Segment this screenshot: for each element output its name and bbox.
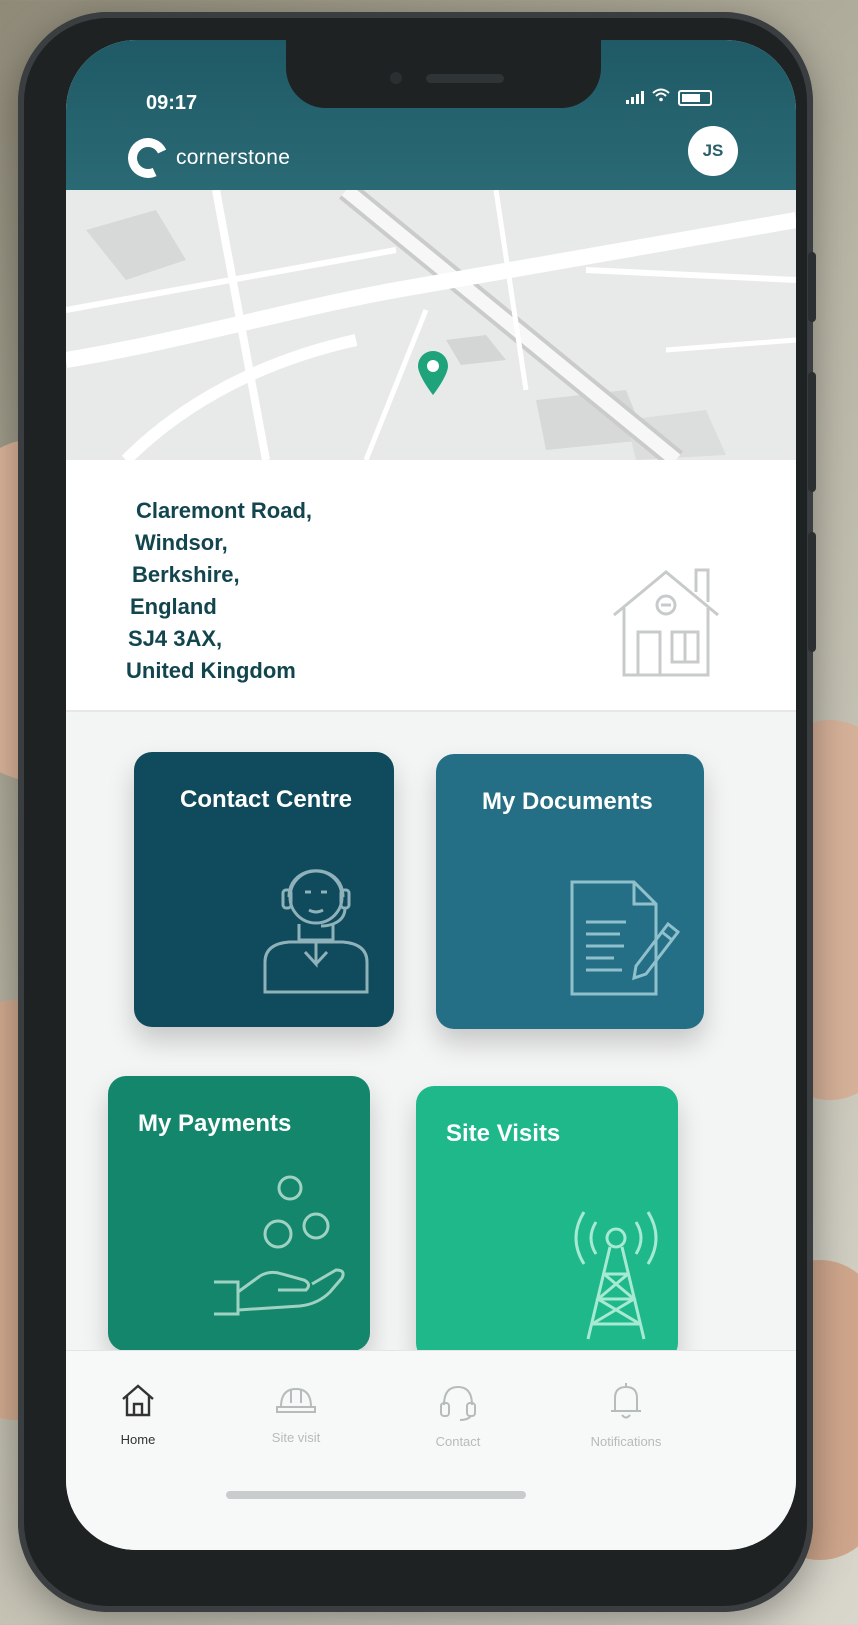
tile-label: My Documents bbox=[482, 788, 653, 815]
house-icon bbox=[606, 560, 726, 685]
nav-label: Notifications bbox=[590, 1434, 662, 1449]
agent-headset-icon bbox=[259, 852, 374, 1002]
signal-icon bbox=[626, 91, 644, 104]
nav-item-notifications[interactable]: Notifications bbox=[566, 1381, 686, 1449]
battery-icon bbox=[678, 89, 712, 106]
radio-tower-icon bbox=[566, 1204, 666, 1349]
nav-item-home[interactable]: Home bbox=[78, 1381, 198, 1447]
logo-text: cornerstone bbox=[176, 146, 291, 169]
location-map[interactable] bbox=[66, 190, 796, 460]
wifi-icon bbox=[652, 88, 670, 107]
address-text: Claremont Road, Windsor, Berkshire, Engl… bbox=[126, 495, 312, 687]
phone-side-button bbox=[808, 372, 816, 492]
my-payments-tile[interactable]: My Payments bbox=[108, 1076, 370, 1351]
phone-frame: 09:17 cornerstone JS Claremont Road, Win… bbox=[18, 12, 816, 1612]
cornerstone-logo-icon bbox=[122, 132, 174, 184]
phone-side-button bbox=[808, 532, 816, 652]
hand-coins-icon bbox=[208, 1174, 348, 1329]
app-screen: 09:17 cornerstone JS Claremont Road, Win… bbox=[66, 40, 796, 1550]
speaker-grille bbox=[426, 74, 504, 83]
status-time: 09:17 bbox=[146, 92, 198, 114]
document-edit-icon bbox=[564, 874, 684, 1009]
hard-hat-icon bbox=[276, 1387, 316, 1413]
my-documents-tile[interactable]: My Documents bbox=[436, 754, 704, 1029]
status-icons bbox=[626, 88, 712, 107]
bottom-navigation: Home Site visit Contact Notifications bbox=[66, 1350, 796, 1550]
bell-icon bbox=[611, 1383, 641, 1419]
address-line: SJ4 3AX, bbox=[128, 626, 223, 651]
home-indicator[interactable] bbox=[226, 1491, 526, 1499]
tile-label: Site Visits bbox=[446, 1120, 561, 1147]
address-line: United Kingdom bbox=[126, 658, 296, 683]
nav-item-site-visit[interactable]: Site visit bbox=[236, 1381, 356, 1445]
tile-label: My Payments bbox=[138, 1110, 292, 1137]
camera-icon bbox=[390, 72, 402, 84]
address-line: Windsor, bbox=[135, 530, 228, 555]
home-icon bbox=[122, 1384, 154, 1417]
phone-notch bbox=[286, 40, 601, 108]
address-line: England bbox=[130, 594, 217, 619]
nav-item-contact[interactable]: Contact bbox=[398, 1381, 518, 1449]
tile-label: Contact Centre bbox=[180, 786, 353, 813]
address-line: Berkshire, bbox=[132, 562, 240, 587]
address-card: Claremont Road, Windsor, Berkshire, Engl… bbox=[66, 460, 796, 712]
nav-label: Site visit bbox=[271, 1430, 321, 1445]
nav-label: Home bbox=[120, 1432, 156, 1447]
nav-label: Contact bbox=[435, 1434, 481, 1449]
headphones-icon bbox=[440, 1385, 476, 1421]
phone-side-button bbox=[808, 252, 816, 322]
contact-centre-tile[interactable]: Contact Centre bbox=[134, 752, 394, 1027]
app-logo: cornerstone bbox=[122, 132, 291, 184]
user-avatar[interactable]: JS bbox=[688, 126, 738, 176]
site-visits-tile[interactable]: Site Visits bbox=[416, 1086, 678, 1361]
address-line: Claremont Road, bbox=[136, 498, 313, 523]
